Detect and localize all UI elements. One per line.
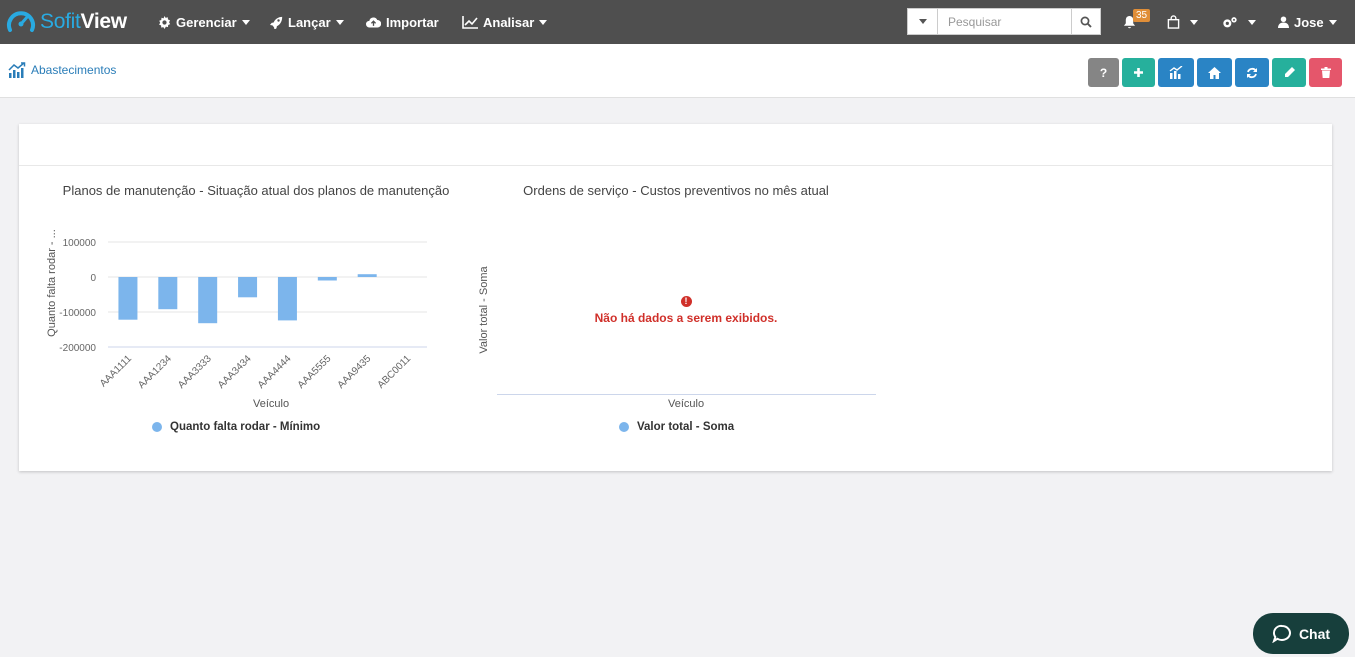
sofitview-logo[interactable]: SofitView [6, 8, 127, 36]
legend-marker [619, 422, 629, 432]
search-icon [1080, 16, 1092, 28]
chevron-down-icon [241, 19, 250, 25]
card-header [19, 124, 1332, 166]
chevron-down-icon [1328, 19, 1337, 25]
user-icon [1278, 16, 1289, 28]
help-label: ? [1099, 65, 1108, 80]
bar-AAA3434[interactable] [238, 277, 258, 298]
shopping-bag-icon [1167, 15, 1180, 29]
gear-icon [159, 15, 171, 29]
notifications-button[interactable] [1123, 0, 1141, 44]
alert-circle-icon: ! [680, 296, 692, 307]
bar-AAA1234[interactable] [158, 277, 178, 310]
search-input[interactable] [938, 9, 1071, 34]
nav-analisar-label: Analisar [483, 14, 535, 30]
y-tick-label: 100000 [63, 238, 97, 249]
search-box [907, 8, 1101, 35]
notifications-count-badge: 35 [1133, 9, 1151, 22]
chart1-legend-label: Quanto falta rodar - Mínimo [170, 421, 321, 433]
y-tick-label: -200000 [59, 343, 96, 354]
settings-menu[interactable] [1222, 0, 1256, 44]
legend-marker [152, 422, 162, 432]
add-button[interactable] [1122, 58, 1155, 87]
x-tick-label: AAA1111 [98, 353, 134, 389]
chevron-down-icon [539, 19, 548, 25]
chart2-no-data-message: ! Não há dados a serem exibidos. [556, 296, 816, 325]
refresh-icon [1247, 67, 1257, 78]
nav-importar[interactable]: Importar [366, 0, 439, 44]
nav-lancar[interactable]: Lançar [270, 0, 344, 44]
bar-AAA5555[interactable] [317, 277, 337, 281]
breadcrumb-label: Abastecimentos [31, 63, 117, 77]
trend-chart-icon [8, 62, 26, 78]
y-tick-label: 0 [90, 273, 96, 284]
plus-icon [1134, 68, 1143, 77]
line-chart-icon [462, 15, 478, 29]
top-navbar: SofitView Gerenciar Lançar Importar Anal… [0, 0, 1355, 44]
dashboard-users-icon [1169, 66, 1182, 79]
x-tick-label: AAA9435 [336, 353, 374, 391]
chart2-legend[interactable]: Valor total - Soma [619, 421, 734, 433]
brand-name: SofitView [40, 10, 127, 33]
chevron-down-icon [918, 19, 927, 24]
chart1-plot: 100000 0 -100000 -200000AAA1111 AAA1234 AAA33… [59, 238, 427, 391]
nav-lancar-label: Lançar [288, 14, 331, 30]
chevron-down-icon [335, 19, 344, 25]
nav-gerenciar[interactable]: Gerenciar [158, 0, 250, 44]
dashboard-card: Planos de manutenção - Situação atual do… [19, 124, 1332, 471]
page-header: Abastecimentos ? [0, 44, 1355, 98]
bar-AAA9435[interactable] [357, 274, 377, 277]
home-icon [1208, 66, 1221, 79]
nav-gerenciar-label: Gerenciar [176, 14, 237, 30]
y-tick-label: -100000 [59, 308, 96, 319]
x-tick-label: AAA5555 [296, 353, 334, 391]
chat-bubble-icon [1272, 624, 1291, 643]
trash-icon [1320, 67, 1331, 78]
chart1-x-axis-title: Veículo [253, 398, 290, 410]
chat-label: Chat [1298, 625, 1331, 642]
speedometer-logo-icon [7, 11, 35, 32]
cloud-upload-icon [366, 16, 381, 27]
gears-icon [1223, 16, 1237, 27]
chart1-legend[interactable]: Quanto falta rodar - Mínimo [152, 421, 320, 433]
pencil-icon [1284, 67, 1295, 77]
search-filter-dropdown[interactable] [908, 9, 938, 34]
shopping-bag-menu[interactable] [1167, 0, 1198, 44]
search-button[interactable] [1071, 9, 1100, 34]
home-button[interactable] [1197, 58, 1232, 87]
user-menu[interactable]: Jose [1278, 0, 1337, 44]
chart2-x-axis-line [497, 394, 876, 395]
bar-AAA1111[interactable] [118, 277, 138, 320]
delete-button[interactable] [1309, 58, 1342, 87]
chat-button[interactable]: Chat [1253, 613, 1349, 654]
bar-AAA3333[interactable] [198, 277, 218, 324]
dashboards-button[interactable] [1158, 58, 1194, 87]
refresh-button[interactable] [1235, 58, 1269, 87]
bar-AAA4444[interactable] [277, 277, 297, 321]
x-tick-label: AAA1234 [136, 353, 174, 391]
rocket-icon [270, 16, 283, 29]
chart2-legend-label: Valor total - Soma [637, 421, 735, 433]
nav-importar-label: Importar [386, 14, 439, 30]
chart2-x-axis-title: Veículo [668, 398, 705, 410]
x-tick-label: AAA3434 [216, 353, 254, 391]
chart1-title: Planos de manutenção - Situação atual do… [62, 183, 450, 198]
breadcrumb[interactable]: Abastecimentos [8, 62, 116, 78]
nav-analisar[interactable]: Analisar [462, 0, 548, 44]
chevron-down-icon [1248, 19, 1256, 25]
chart2-title: Ordens de serviço - Custos preventivos n… [523, 183, 829, 198]
user-name: Jose [1294, 14, 1324, 30]
help-button[interactable]: ? [1088, 58, 1119, 87]
no-data-text: Não há dados a serem exibidos. [594, 311, 778, 325]
x-tick-label: ABC0011 [376, 353, 414, 391]
x-tick-label: AAA4444 [256, 353, 294, 391]
edit-button[interactable] [1272, 58, 1306, 87]
x-tick-label: AAA3333 [176, 353, 214, 391]
chevron-down-icon [1190, 19, 1198, 25]
chart2-y-axis-title: Valor total - Soma [478, 266, 490, 354]
